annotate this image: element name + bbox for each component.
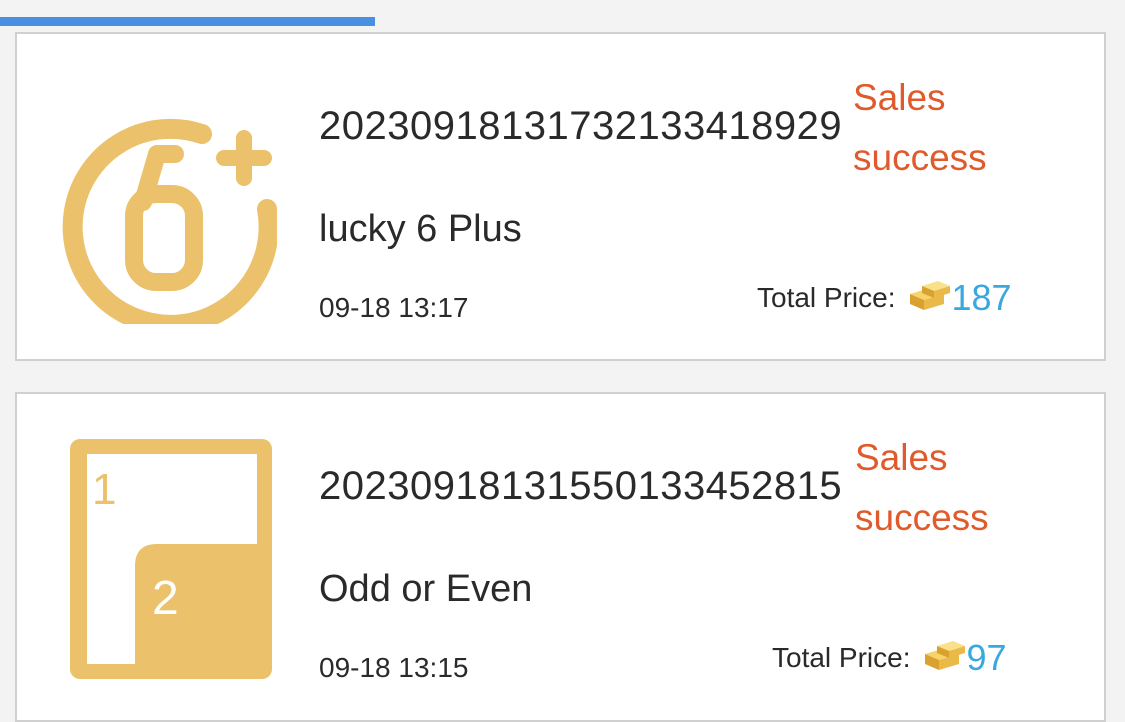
gold-bars-icon [924,641,965,670]
game-name: lucky 6 Plus [319,208,522,250]
price-label: Total Price: [757,282,896,313]
price-label: Total Price: [772,642,911,673]
progress-fill [0,17,375,26]
order-date: 09-18 13:17 [319,292,469,323]
order-card[interactable]: 20230918131732133418929 Sales success lu… [15,32,1106,361]
progress-bar [0,0,1125,26]
price-value: 97 [966,637,1007,678]
game-name: Odd or Even [319,568,533,610]
order-date: 09-18 13:15 [319,652,469,683]
order-card[interactable]: 1 2 20230918131550133452815 Sales succes… [15,392,1106,722]
odd-or-even-icon: 1 2 [70,439,272,679]
lucky-6-plus-icon [62,118,277,324]
order-id: 20230918131550133452815 [319,464,843,508]
even-number-label: 2 [152,572,179,625]
status-badge: Sales success [853,77,987,178]
total-price: Total Price: 187 [757,276,1012,320]
odd-number-label: 1 [92,465,116,514]
order-id: 20230918131732133418929 [319,104,843,148]
status-badge: Sales success [855,437,989,538]
price-value: 187 [951,277,1012,318]
gold-bars-icon [909,281,950,310]
total-price: Total Price: 97 [772,636,1007,680]
